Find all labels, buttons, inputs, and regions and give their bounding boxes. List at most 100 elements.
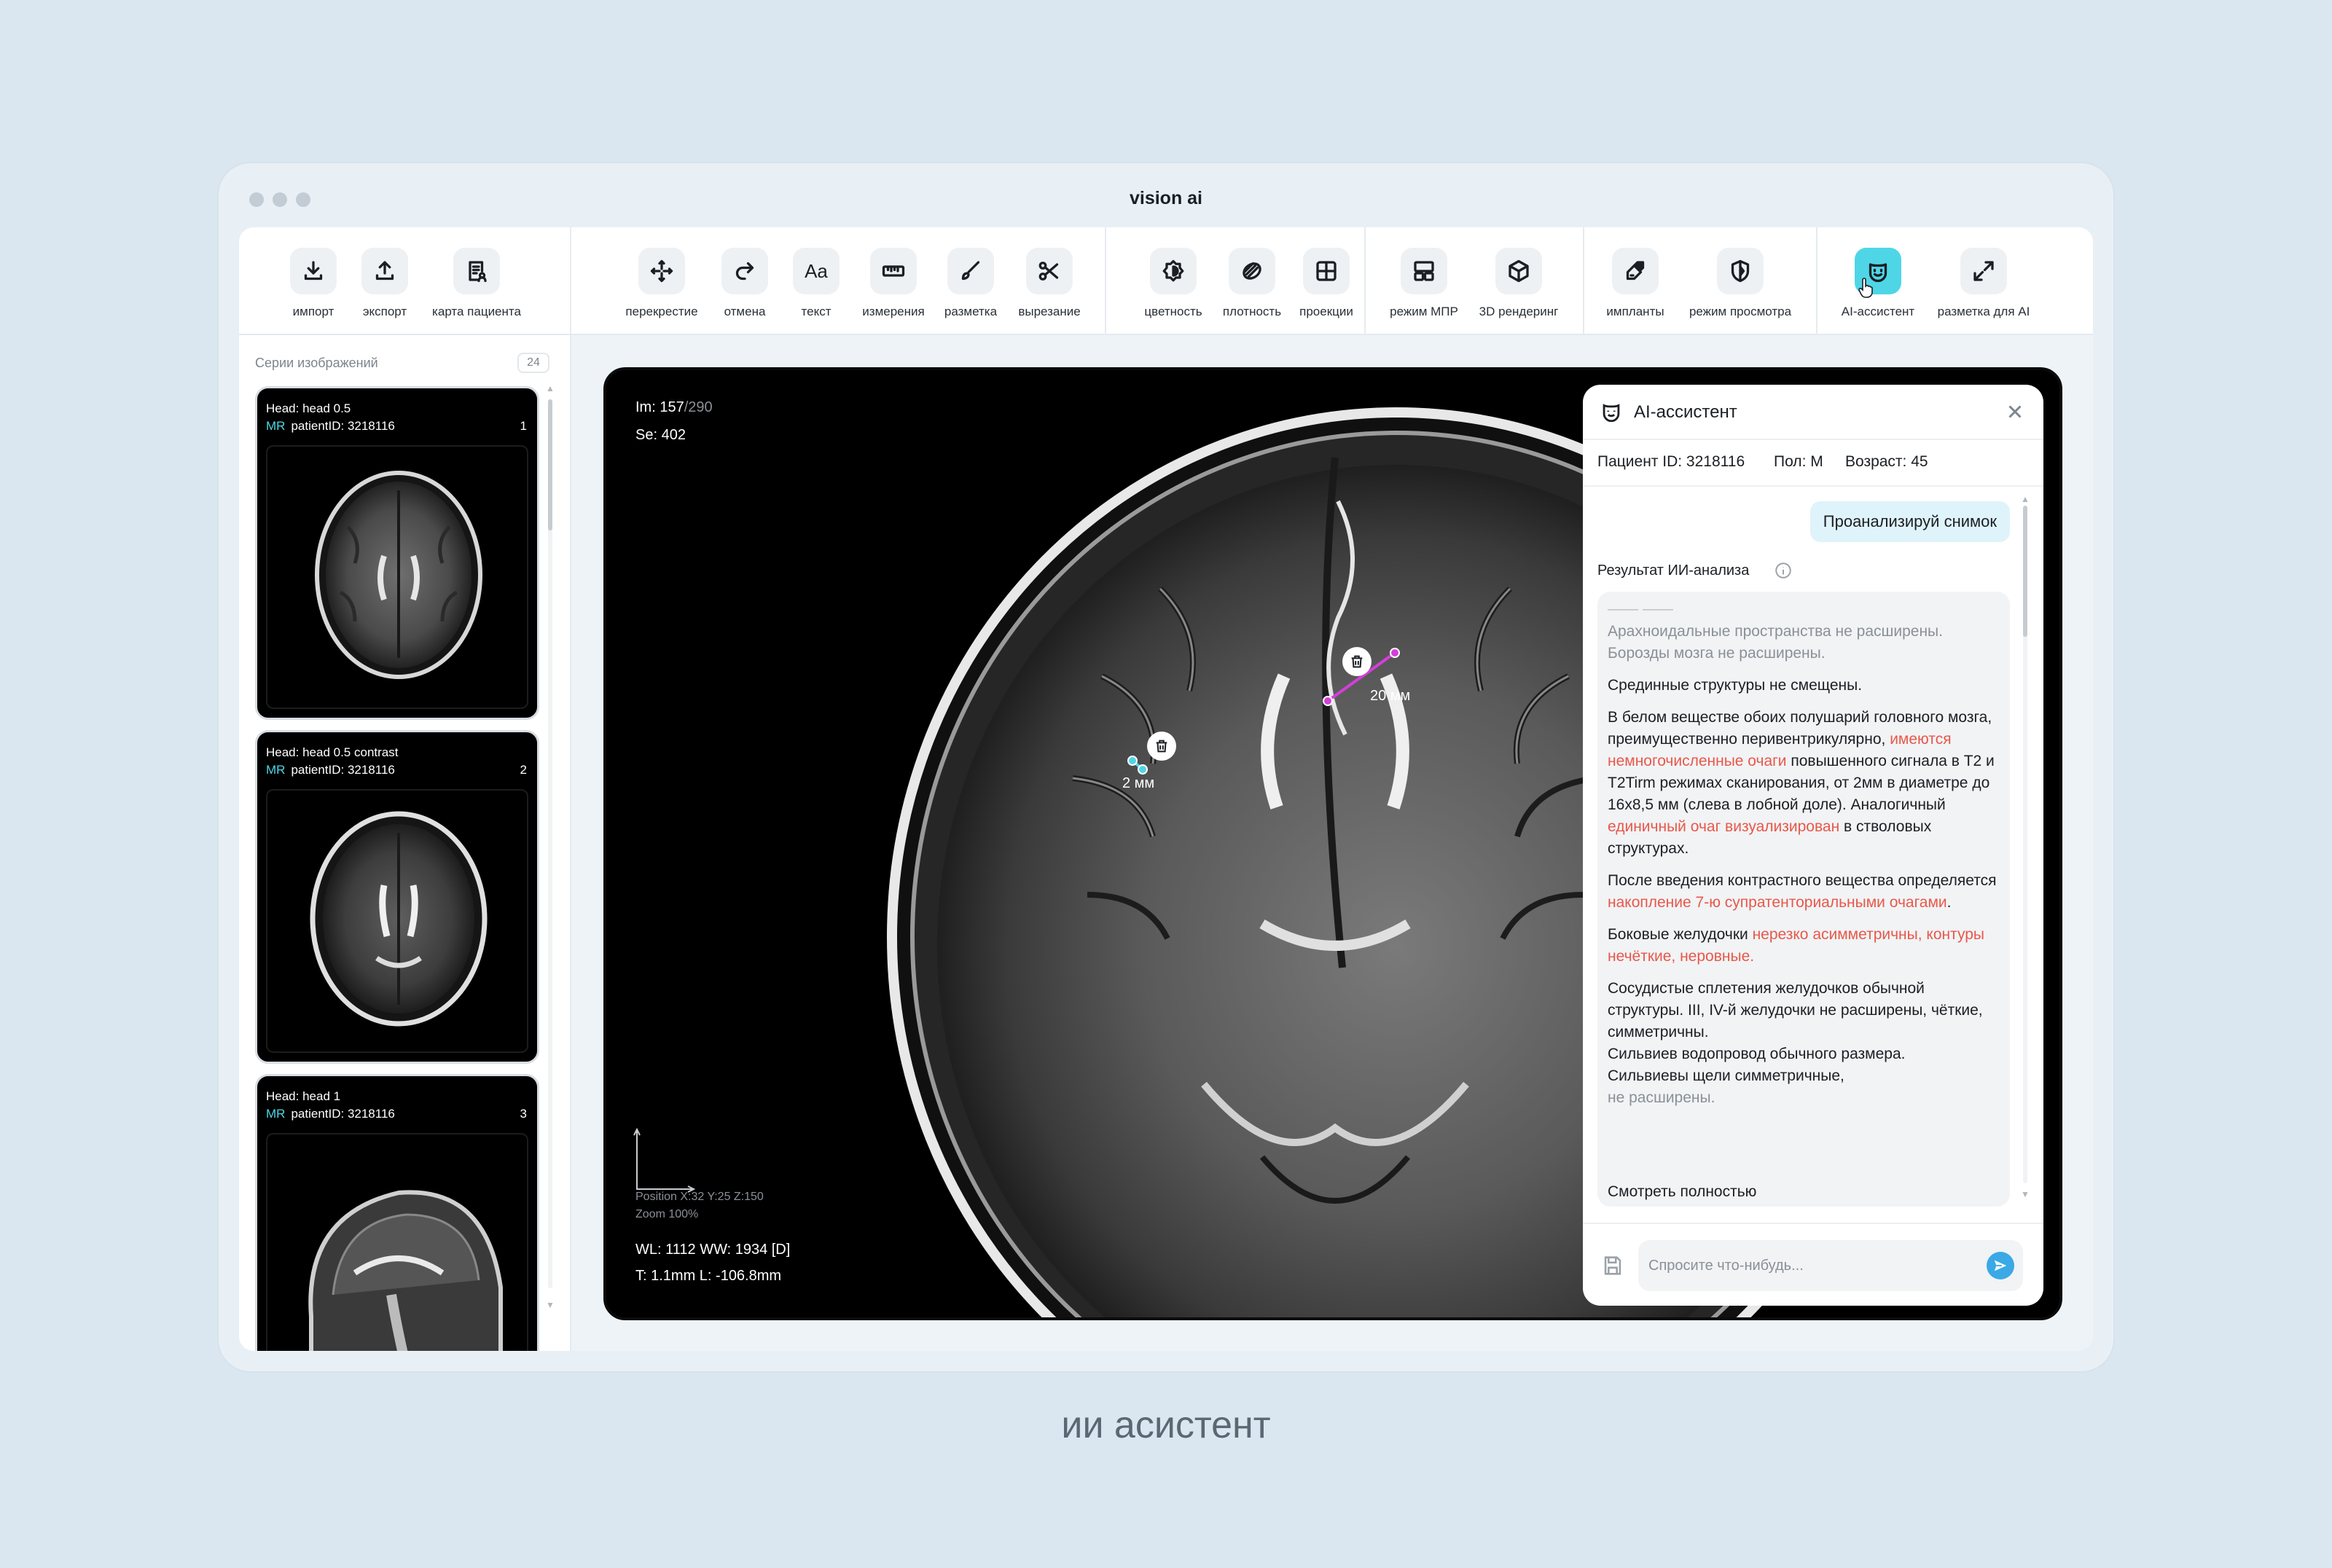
tool-implants-button[interactable]: импланты xyxy=(1581,248,1690,319)
tool-label: карта пациента xyxy=(432,305,521,318)
robot-icon xyxy=(1603,404,1620,423)
scroll-thumb[interactable] xyxy=(2023,506,2027,637)
tool-label: проекции xyxy=(1299,305,1353,318)
toolbar-divider xyxy=(1816,227,1818,335)
app-content: импорт экспорт карта пациента перекрести… xyxy=(239,227,2093,1351)
series-thumbnail xyxy=(266,445,528,709)
color-icon xyxy=(1162,259,1184,282)
position-readout: Position X:32 Y:25 Z:150 xyxy=(635,1191,764,1203)
tool-label: разметка для AI xyxy=(1937,305,2030,318)
result-paragraph: Сильвиев водопровод обычного размера. xyxy=(1608,1046,1906,1062)
scroll-thumb[interactable] xyxy=(548,399,552,530)
tool-label: разметка xyxy=(944,305,998,318)
series-title: Head: head 1 xyxy=(266,1089,341,1103)
image-viewer[interactable]: 20 мм 2 мм Im: 157/290 Se: 402 Position … xyxy=(603,367,2062,1320)
expand-icon xyxy=(1973,261,1994,281)
result-paragraph: В белом веществе обоих полушарий головно… xyxy=(1608,709,1995,857)
tool-ai-markup-button[interactable]: разметка для AI xyxy=(1929,248,2038,319)
ai-assistant-panel: AI-ассистент Пациент ID: 3218116 Пол: М … xyxy=(1583,385,2043,1306)
tool-label: AI-ассистент xyxy=(1841,305,1915,318)
scroll-track xyxy=(548,399,552,1288)
series-thumbnail xyxy=(266,789,528,1053)
close-icon[interactable] xyxy=(2004,401,2026,423)
tool-mpr-button[interactable]: режим МПР xyxy=(1369,248,1479,319)
tool-label: импланты xyxy=(1606,305,1664,318)
result-fade xyxy=(1597,1119,2010,1163)
scroll-down-arrow[interactable]: ▼ xyxy=(2020,1189,2030,1199)
chat-input-container xyxy=(1638,1240,2023,1291)
info-icon[interactable] xyxy=(1774,561,1793,580)
tool-label: перекрестие xyxy=(625,305,698,318)
highlight-finding: накопление 7-ю супратенториальными очага… xyxy=(1608,894,1947,911)
series-card-2[interactable]: Head: head 0.5 contrast MR patientID: 321… xyxy=(255,730,539,1064)
result-paragraph: Сильвиевы щели симметричные, xyxy=(1608,1067,1844,1084)
image-index: Im: 157/290 xyxy=(635,399,713,415)
window-title: vision ai xyxy=(1129,188,1203,208)
toolbar-divider xyxy=(570,227,571,335)
hand-cursor-icon xyxy=(1858,278,1873,298)
brush-icon xyxy=(961,261,980,281)
result-paragraph: После введения контрастного вещества опр… xyxy=(1608,872,1997,911)
patient-id: patientID: 3218116 xyxy=(291,1107,395,1121)
cube-icon xyxy=(1509,259,1529,283)
tool-label: вырезание xyxy=(1018,305,1081,318)
measurement-label-20mm: 20 мм xyxy=(1370,688,1411,704)
ruler-icon xyxy=(882,265,905,277)
sidebar-scrollbar[interactable]: ▲ ▼ xyxy=(545,384,555,1317)
series-meta: MR patientID: 3218116 xyxy=(266,763,395,777)
modality-label: MR xyxy=(266,1107,286,1121)
measurement-label-2mm: 2 мм xyxy=(1122,775,1155,791)
result-paragraph: Арахноидальные пространства не расширены… xyxy=(1608,623,1943,662)
tool-label: экспорт xyxy=(362,305,407,318)
patient-id: patientID: 3218116 xyxy=(291,763,395,777)
result-cut-text: —— —— xyxy=(1608,600,1673,615)
scroll-up-arrow[interactable]: ▲ xyxy=(545,384,555,393)
series-card-3[interactable]: Head: head 1 MR patientID: 3218116 3 xyxy=(255,1074,539,1351)
series-title: Head: head 0.5 xyxy=(266,401,351,415)
user-message-bubble: Проанализируй снимок xyxy=(1809,501,2010,542)
tool-3d-render-button[interactable]: 3D рендеринг xyxy=(1464,248,1573,319)
trash-icon xyxy=(1156,740,1167,753)
shield-view-icon xyxy=(1731,259,1750,283)
ai-panel-title: AI-ассистент xyxy=(1634,402,1737,422)
result-paragraph: Сосудистые сплетения желудочков обычной … xyxy=(1608,980,1983,1040)
scroll-up-arrow[interactable]: ▲ xyxy=(2020,494,2030,504)
measurement-delete-button-1[interactable] xyxy=(1342,647,1372,676)
tool-label: режим МПР xyxy=(1390,305,1458,318)
ai-panel-scrollbar[interactable]: ▲ ▼ xyxy=(2020,494,2030,1201)
modality-label: MR xyxy=(266,419,286,433)
series-thumbnail xyxy=(266,1133,528,1351)
tool-projections-button[interactable]: проекции xyxy=(1272,248,1381,319)
ai-panel-header: AI-ассистент xyxy=(1583,385,2043,440)
series-sidebar: Серии изображений 24 Head: head 0.5 MR pa… xyxy=(239,335,571,1351)
tool-patient-card-button[interactable]: карта пациента xyxy=(422,248,531,319)
text-icon: Aa xyxy=(805,259,828,282)
tool-label: импорт xyxy=(292,305,334,318)
divider xyxy=(1583,1223,2043,1224)
result-paragraph: Срединные структуры не смещены. xyxy=(1608,677,1863,694)
tool-view-mode-button[interactable]: режим просмотра xyxy=(1686,248,1795,319)
density-icon xyxy=(1243,262,1261,280)
thickness-location-readout: T: 1.1mm L: -106.8mm xyxy=(635,1268,782,1284)
redo-icon xyxy=(735,262,754,281)
series-card-1[interactable]: Head: head 0.5 MR patientID: 3218116 1 xyxy=(255,386,539,720)
series-meta: MR patientID: 3218116 xyxy=(266,419,395,434)
send-button[interactable] xyxy=(1987,1252,2014,1279)
measurement-delete-button-2[interactable] xyxy=(1147,732,1176,761)
save-icon[interactable] xyxy=(1600,1253,1625,1278)
crosshair-icon xyxy=(650,259,673,283)
patient-sex-label: Пол: М xyxy=(1774,453,1823,470)
series-meta: MR patientID: 3218116 xyxy=(266,1107,395,1121)
upload-icon xyxy=(375,261,394,281)
tool-ai-assistant-button[interactable]: AI-ассистент xyxy=(1823,248,1933,319)
patient-id: patientID: 3218116 xyxy=(291,419,395,433)
see-all-link[interactable]: Смотреть полностью xyxy=(1608,1183,1756,1201)
scroll-down-arrow[interactable]: ▼ xyxy=(545,1301,555,1309)
patient-age-label: Возраст: 45 xyxy=(1845,453,1928,470)
tool-cut-button[interactable]: вырезание xyxy=(995,248,1104,319)
mpr-layout-icon xyxy=(1414,261,1434,281)
grid-icon xyxy=(1316,261,1337,281)
patient-card-icon xyxy=(469,261,487,283)
chat-input[interactable] xyxy=(1648,1240,1969,1291)
trash-icon xyxy=(1351,655,1363,668)
